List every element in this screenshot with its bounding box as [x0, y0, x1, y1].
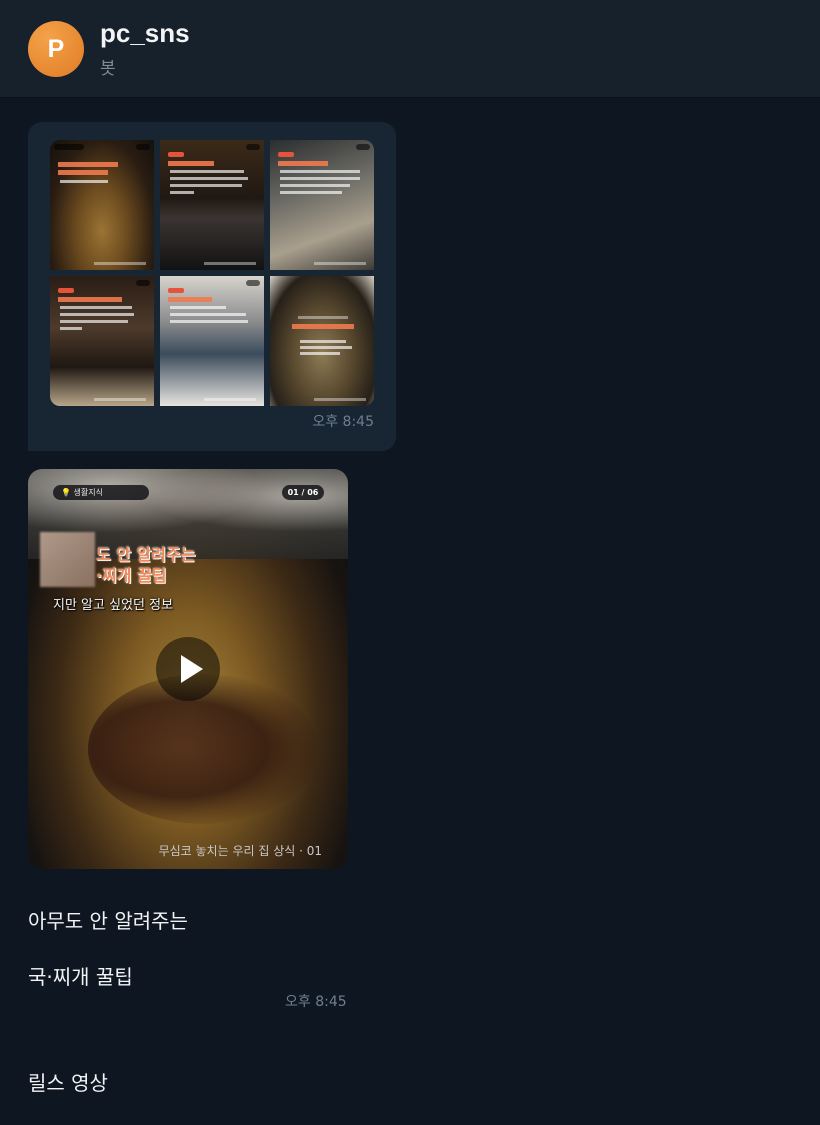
photo-album-grid — [50, 140, 374, 406]
category-badge: 💡 생활지식 — [53, 485, 149, 500]
play-icon[interactable] — [156, 637, 220, 701]
message-timestamp: 오후 8:45 — [285, 994, 347, 1010]
chat-title[interactable]: pc_sns — [100, 18, 190, 49]
album-photo-4[interactable] — [50, 276, 154, 406]
album-photo-6[interactable] — [270, 276, 374, 406]
video-overlay-subtitle: 지만 알고 싶었던 정보 — [53, 598, 174, 613]
album-photo-1[interactable] — [50, 140, 154, 270]
avatar[interactable]: P — [28, 21, 84, 77]
page-counter: 01 / 06 — [282, 485, 324, 500]
album-message-bubble: 오후 8:45 — [28, 122, 396, 451]
album-photo-5[interactable] — [160, 276, 264, 406]
album-photo-3[interactable] — [270, 140, 374, 270]
video-caption: 무심코 놓치는 우리 집 상식 · 01 — [158, 844, 322, 858]
chat-subtitle: 봇 — [100, 59, 116, 79]
album-photo-2[interactable] — [160, 140, 264, 270]
message-timestamp: 오후 8:45 — [312, 414, 374, 430]
message-text-line2: 국·찌개 꿀팁 — [28, 965, 133, 989]
video-overlay-title-line2: ·찌개 꿀팁 — [96, 566, 167, 585]
blurred-region — [40, 532, 95, 587]
message-text-line1: 아무도 안 알려주는 — [28, 909, 188, 933]
chat-header: P pc_sns 봇 — [0, 0, 820, 98]
message-text-line3: 릴스 영상 — [28, 1071, 108, 1095]
video-message[interactable]: 💡 생활지식 01 / 06 도 안 알려주는 ·찌개 꿀팁 지만 알고 싶었던… — [28, 469, 348, 869]
message-text: 아무도 안 알려주는 국·찌개 꿀팁 릴스 영상 — [28, 879, 188, 1125]
